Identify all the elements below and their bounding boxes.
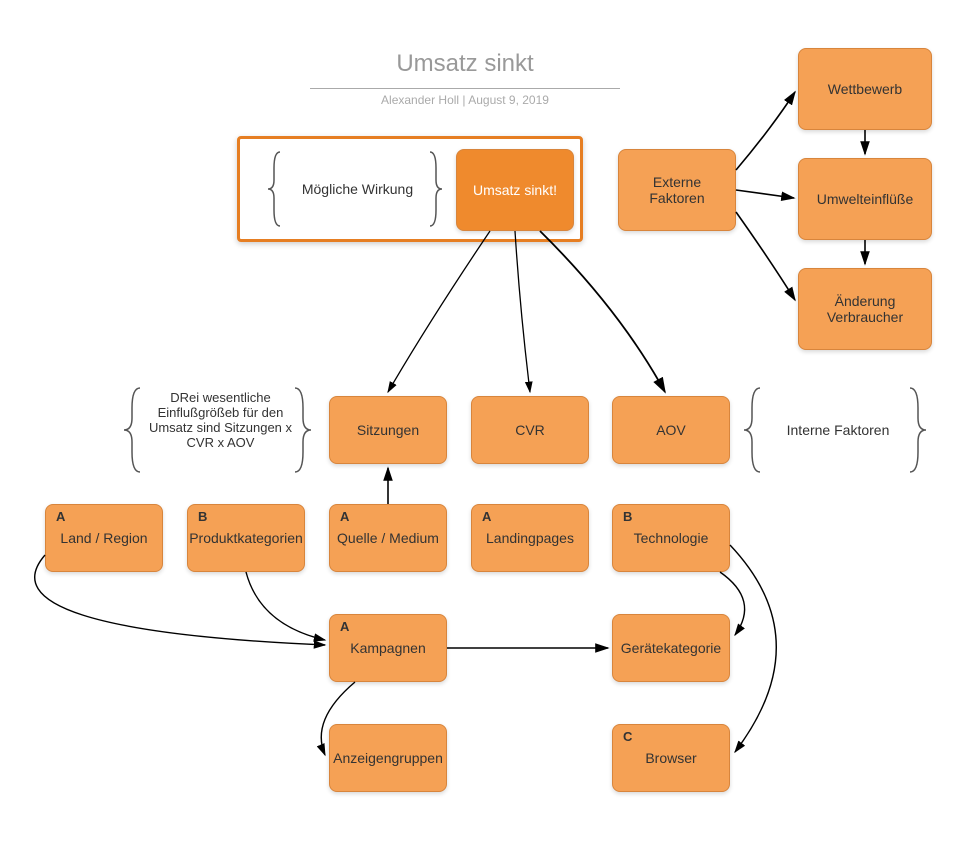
- node-landing: A Landingpages: [471, 504, 589, 572]
- node-geraete: Gerätekategorie: [612, 614, 730, 682]
- node-land-label: Land / Region: [60, 530, 147, 546]
- node-sitzungen-label: Sitzungen: [357, 422, 419, 438]
- node-kampagnen: A Kampagnen: [329, 614, 447, 682]
- node-quelle-label: Quelle / Medium: [337, 530, 439, 546]
- node-browser-label: Browser: [645, 750, 696, 766]
- corner-b-tech: B: [623, 509, 632, 524]
- node-produkt-label: Produktkategorien: [189, 530, 303, 546]
- node-umwelt: Umwelteinflüße: [798, 158, 932, 240]
- node-geraete-label: Gerätekategorie: [621, 640, 721, 656]
- node-land: A Land / Region: [45, 504, 163, 572]
- node-produkt: B Produktkategorien: [187, 504, 305, 572]
- corner-a-quelle: A: [340, 509, 349, 524]
- node-anzeigen-label: Anzeigengruppen: [333, 750, 443, 766]
- corner-a-kamp: A: [340, 619, 349, 634]
- date-text: August 9, 2019: [468, 93, 549, 107]
- node-wettbewerb-label: Wettbewerb: [828, 81, 902, 97]
- node-externe: Externe Faktoren: [618, 149, 736, 231]
- corner-a-land: A: [56, 509, 65, 524]
- corner-a-landing: A: [482, 509, 491, 524]
- node-cvr: CVR: [471, 396, 589, 464]
- node-kampagnen-label: Kampagnen: [350, 640, 426, 656]
- node-externe-label: Externe Faktoren: [625, 174, 729, 206]
- brace-internal-text: Interne Faktoren: [768, 422, 908, 438]
- author-text: Alexander Holl: [381, 93, 459, 107]
- diagram-title: Umsatz sinkt: [310, 50, 620, 82]
- brace-effect-text: Mögliche Wirkung: [290, 181, 425, 197]
- corner-b-produkt: B: [198, 509, 207, 524]
- node-landing-label: Landingpages: [486, 530, 574, 546]
- node-quelle: A Quelle / Medium: [329, 504, 447, 572]
- node-verbraucher: Änderung Verbraucher: [798, 268, 932, 350]
- node-umsatz: Umsatz sinkt!: [456, 149, 574, 231]
- node-anzeigen: Anzeigengruppen: [329, 724, 447, 792]
- node-verbraucher-label: Änderung Verbraucher: [805, 293, 925, 325]
- node-sitzungen: Sitzungen: [329, 396, 447, 464]
- node-browser: C Browser: [612, 724, 730, 792]
- node-aov: AOV: [612, 396, 730, 464]
- node-technologie: B Technologie: [612, 504, 730, 572]
- node-wettbewerb: Wettbewerb: [798, 48, 932, 130]
- node-umsatz-label: Umsatz sinkt!: [473, 182, 557, 198]
- diagram-header: Umsatz sinkt Alexander Holl | August 9, …: [310, 50, 620, 107]
- node-cvr-label: CVR: [515, 422, 545, 438]
- node-aov-label: AOV: [656, 422, 686, 438]
- node-technologie-label: Technologie: [634, 530, 709, 546]
- diagram-subtitle: Alexander Holl | August 9, 2019: [310, 93, 620, 107]
- corner-c-browser: C: [623, 729, 632, 744]
- node-umwelt-label: Umwelteinflüße: [817, 191, 913, 207]
- brace-formula-text: DRei wesentliche Einflußgrößeb für den U…: [148, 390, 293, 450]
- title-divider: [310, 88, 620, 89]
